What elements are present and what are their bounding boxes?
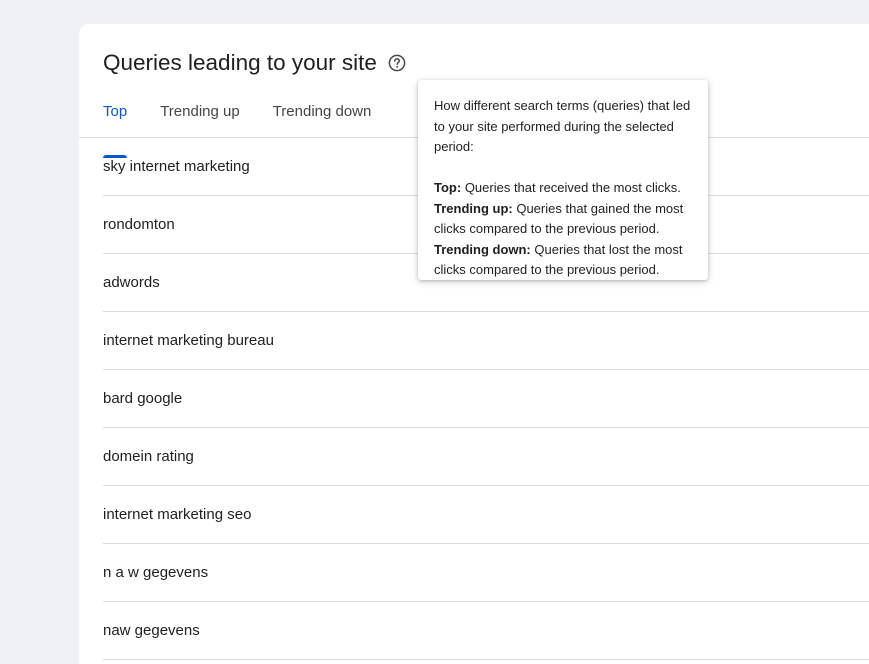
tooltip-term: Top: bbox=[434, 180, 462, 195]
query-text: bard google bbox=[103, 390, 183, 407]
list-item[interactable]: naw gegevens bbox=[103, 602, 869, 660]
list-item[interactable]: bard google bbox=[103, 370, 869, 428]
tab-trending-up[interactable]: Trending up bbox=[160, 98, 240, 137]
tooltip-intro: How different search terms (queries) tha… bbox=[434, 98, 691, 154]
query-text: rondomton bbox=[103, 216, 175, 233]
card-header: Queries leading to your site bbox=[103, 48, 406, 78]
query-text: naw gegevens bbox=[103, 622, 200, 639]
tooltip-term: Trending down: bbox=[434, 241, 531, 257]
query-text: domein rating bbox=[103, 448, 194, 465]
tab-top[interactable]: Top bbox=[103, 98, 128, 158]
help-tooltip: How different search terms (queries) tha… bbox=[418, 80, 708, 280]
card-title: Queries leading to your site bbox=[103, 50, 377, 75]
query-text: adwords bbox=[103, 274, 160, 291]
tooltip-item-trending-down: Trending down: Queries that lost the mos… bbox=[434, 240, 692, 281]
tooltip-item-top: Top: Queries that received the most clic… bbox=[434, 178, 692, 199]
list-item[interactable]: internet marketing bureau bbox=[103, 312, 869, 370]
list-item[interactable]: n a w gegevens bbox=[103, 544, 869, 602]
query-text: internet marketing bureau bbox=[103, 332, 274, 349]
list-item[interactable]: internet marketing seo bbox=[103, 486, 869, 544]
tab-trending-down[interactable]: Trending down bbox=[273, 98, 372, 137]
query-text: internet marketing seo bbox=[103, 506, 252, 523]
query-text: sky internet marketing bbox=[103, 158, 250, 175]
list-item[interactable]: domein rating bbox=[103, 428, 869, 486]
query-text: n a w gegevens bbox=[103, 564, 209, 581]
help-circle-icon[interactable] bbox=[388, 54, 406, 72]
tooltip-term: Trending up: bbox=[434, 200, 513, 216]
tooltip-desc: Queries that received the most clicks. bbox=[464, 180, 681, 195]
query-tabs: Top Trending up Trending down bbox=[103, 98, 404, 158]
tooltip-item-trending-up: Trending up: Queries that gained the mos… bbox=[434, 199, 692, 240]
